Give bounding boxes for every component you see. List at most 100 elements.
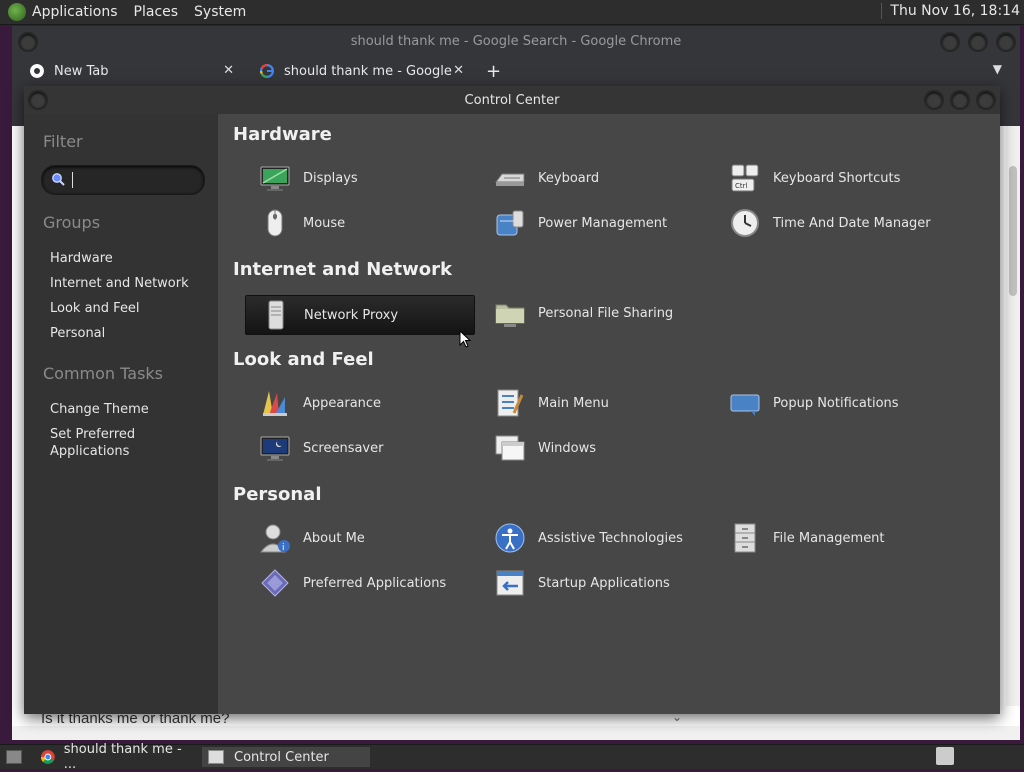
applet-preferred-applications[interactable]: Preferred Applications (245, 564, 473, 602)
close-tab-icon[interactable]: ✕ (223, 63, 234, 78)
applications-menu[interactable]: Applications (32, 4, 118, 20)
display-icon (260, 166, 290, 191)
applet-startup-applications[interactable]: Startup Applications (480, 564, 708, 602)
keyboard-icon (495, 173, 525, 186)
tab-google-search[interactable]: should thank me - Google Search ✕ (242, 56, 472, 86)
network-proxy-icon (268, 300, 284, 330)
taskbar-item-label: Control Center (234, 749, 329, 765)
applet-displays[interactable]: Displays (245, 159, 473, 197)
preferred-applications-icon (261, 569, 289, 597)
close-button[interactable] (976, 90, 996, 110)
task-set-preferred-applications[interactable]: Set Preferred Applications (50, 426, 170, 460)
chrome-icon (40, 750, 55, 764)
clock-icon (731, 209, 759, 237)
control-center-titlebar[interactable]: Control Center (24, 86, 1000, 115)
accessibility-icon (495, 523, 525, 553)
google-g-icon (260, 64, 274, 78)
window-menu-button[interactable] (18, 32, 38, 52)
applet-power-management[interactable]: Power Management (480, 204, 708, 242)
applet-popup-notifications[interactable]: Popup Notifications (715, 384, 943, 422)
control-center-icon (208, 750, 224, 764)
horizontal-scrollbar[interactable] (12, 726, 1020, 740)
power-management-icon (496, 210, 524, 236)
applet-time-and-date-manager[interactable]: Time And Date Manager (715, 204, 943, 242)
common-tasks-heading: Common Tasks (43, 364, 164, 383)
main-menu-icon (497, 389, 524, 417)
mouse-icon (267, 209, 283, 237)
applet-keyboard[interactable]: Keyboard (480, 159, 708, 197)
applet-label: Assistive Technologies (538, 530, 683, 546)
screensaver-icon (260, 436, 290, 461)
chrome-window-title: should thank me - Google Search - Google… (350, 33, 682, 49)
applet-label: Keyboard Shortcuts (773, 170, 901, 186)
control-center-title: Control Center (464, 92, 560, 108)
applet-label: Screensaver (303, 440, 384, 456)
minimize-button[interactable] (924, 90, 944, 110)
vertical-scrollbar[interactable] (1006, 126, 1020, 726)
applet-label: Mouse (303, 215, 346, 231)
mate-logo-icon[interactable] (8, 3, 26, 21)
applet-label: Appearance (303, 395, 382, 411)
applet-network-proxy[interactable]: Network Proxy (245, 295, 475, 335)
applet-label: Network Proxy (304, 307, 399, 323)
group-link-look-and-feel[interactable]: Look and Feel (50, 300, 140, 317)
applet-about-me[interactable]: i About Me (245, 519, 473, 557)
keyboard-shortcuts-icon: Ctrl (731, 164, 759, 192)
tray-applet-icon[interactable] (936, 747, 954, 765)
applet-file-management[interactable]: File Management (715, 519, 943, 557)
chrome-titlebar[interactable]: should thank me - Google Search - Google… (12, 26, 1020, 56)
section-title-internet-and-network: Internet and Network (233, 259, 452, 280)
applet-windows[interactable]: Windows (480, 429, 708, 467)
applet-label: Keyboard (538, 170, 600, 186)
folder-share-icon (495, 304, 525, 327)
tab-title: should thank me - Google Search (284, 63, 454, 79)
applet-main-menu[interactable]: Main Menu (480, 384, 708, 422)
chrome-icon (30, 64, 44, 78)
new-tab-button[interactable]: + (486, 61, 501, 82)
group-link-hardware[interactable]: Hardware (50, 250, 113, 267)
minimize-button[interactable] (940, 32, 960, 52)
text-cursor (72, 172, 73, 188)
applet-label: Displays (303, 170, 358, 186)
tab-new-tab[interactable]: New Tab ✕ (12, 56, 242, 86)
windows-icon (495, 435, 525, 461)
chevron-down-icon[interactable]: ▼ (993, 62, 1002, 76)
maximize-button[interactable] (950, 90, 970, 110)
applet-label: File Management (773, 530, 885, 546)
control-center-window: Control Center Filter Groups Hardware In… (24, 86, 1000, 714)
taskbar: should thank me - ... Control Center (0, 742, 1024, 772)
close-tab-icon[interactable]: ✕ (453, 63, 464, 78)
chrome-tabstrip: New Tab ✕ should thank me - Google Searc… (12, 56, 1020, 86)
applet-label: Popup Notifications (773, 395, 899, 411)
tab-title: New Tab (54, 63, 109, 79)
group-link-personal[interactable]: Personal (50, 325, 105, 342)
applet-label: About Me (303, 530, 365, 546)
maximize-button[interactable] (968, 32, 988, 52)
taskbar-item-control-center[interactable]: Control Center (202, 747, 370, 767)
search-icon (52, 173, 65, 186)
svg-text:i: i (282, 543, 285, 553)
taskbar-item-chrome[interactable]: should thank me - ... (36, 742, 196, 772)
places-menu[interactable]: Places (134, 4, 179, 20)
show-desktop-icon[interactable] (6, 750, 22, 764)
task-change-theme[interactable]: Change Theme (50, 401, 149, 418)
groups-heading: Groups (43, 213, 101, 232)
applet-screensaver[interactable]: Screensaver (245, 429, 473, 467)
applet-label: Main Menu (538, 395, 609, 411)
user-info-icon: i (259, 524, 290, 553)
clock[interactable]: Thu Nov 16, 18:14 (881, 3, 1020, 19)
close-button[interactable] (996, 32, 1016, 52)
applet-label: Windows (538, 440, 597, 456)
applet-appearance[interactable]: Appearance (245, 384, 473, 422)
system-menu[interactable]: System (194, 4, 246, 20)
scrollbar-thumb[interactable] (1009, 166, 1017, 296)
group-link-internet-and-network[interactable]: Internet and Network (50, 275, 189, 292)
section-title-personal: Personal (233, 484, 322, 505)
applet-assistive-technologies[interactable]: Assistive Technologies (480, 519, 708, 557)
applet-mouse[interactable]: Mouse (245, 204, 473, 242)
window-menu-button[interactable] (28, 90, 48, 110)
filter-input[interactable] (41, 165, 205, 195)
applet-keyboard-shortcuts[interactable]: Ctrl Keyboard Shortcuts (715, 159, 943, 197)
applet-personal-file-sharing[interactable]: Personal File Sharing (480, 294, 708, 332)
section-title-look-and-feel: Look and Feel (233, 349, 374, 370)
